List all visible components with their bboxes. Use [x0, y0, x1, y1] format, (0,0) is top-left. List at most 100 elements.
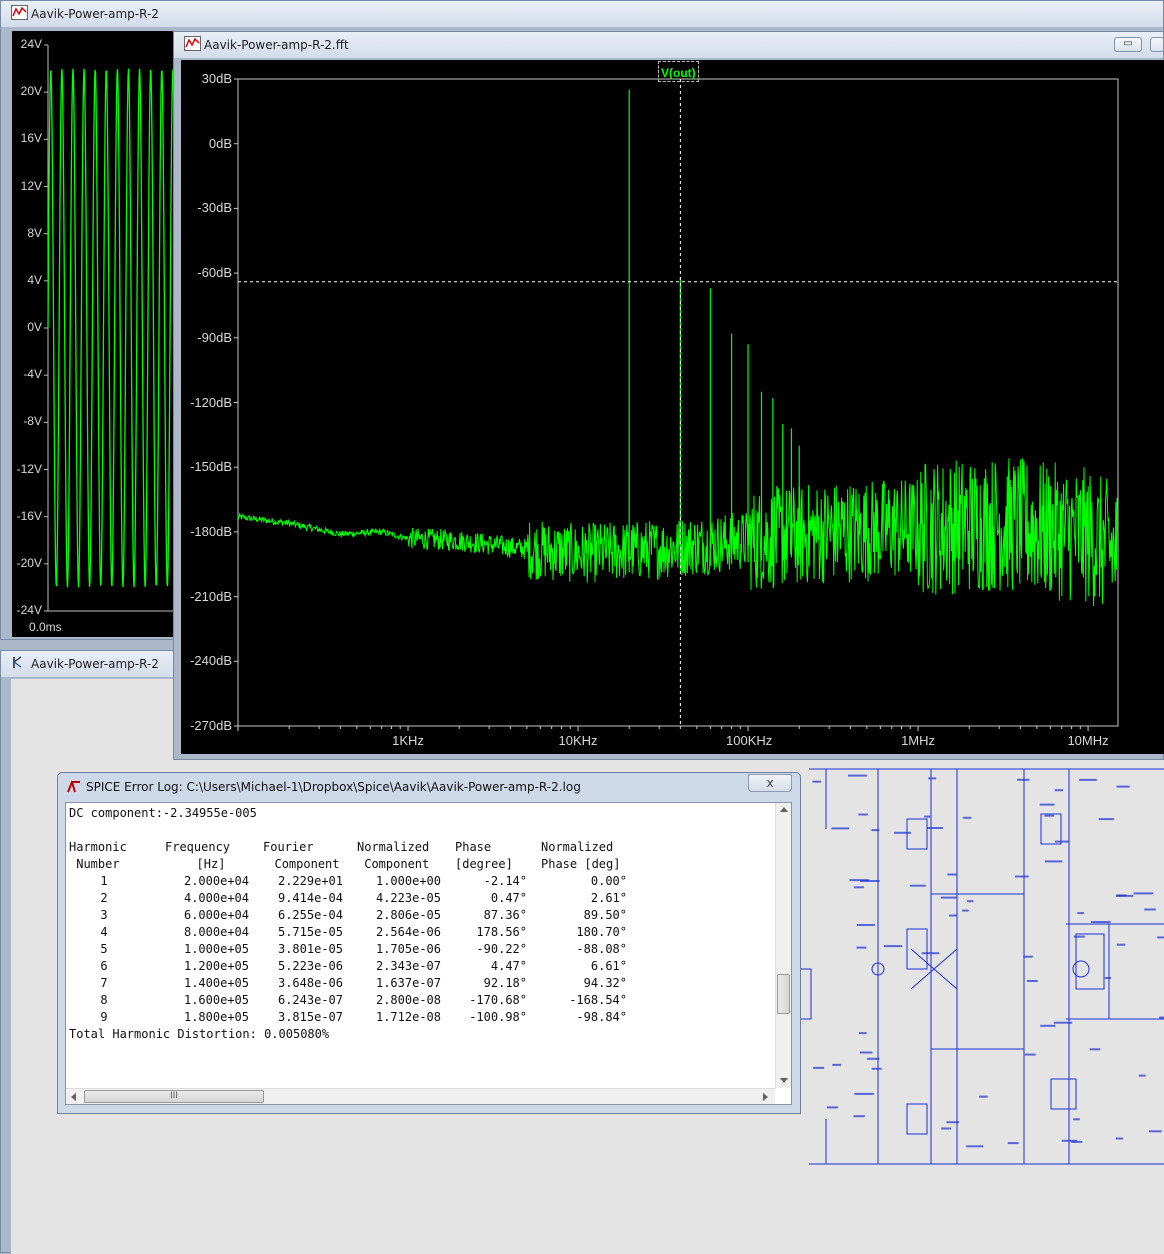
harmonic-row-cell: 1.000e+05: [183, 942, 249, 956]
harmonic-row: 8 1.600e+05 6.243e-07 2.800e-08 -170.68° -168…: [69, 992, 635, 1009]
vertical-scrollbar[interactable]: [775, 803, 791, 1088]
harmonic-row-cell: 1: [100, 874, 108, 888]
table-header-row: Number [Hz] Component Component [degree] Pha…: [69, 856, 635, 873]
x-tick-label: 10KHz: [558, 733, 598, 748]
harmonic-row-cell: 1.800e+05: [183, 1010, 249, 1024]
harmonic-row-cell: 4.000e+04: [183, 891, 249, 905]
horizontal-scroll-thumb[interactable]: III: [84, 1090, 264, 1103]
schematic-component-label: [867, 1057, 880, 1060]
fft-window[interactable]: Aavik-Power-amp-R-2.fft ▭ 1KHz 10KHz 100KH…: [173, 31, 1164, 760]
harmonic-row-cell: 6.000e+04: [183, 908, 249, 922]
trace-legend-box[interactable]: V(out): [658, 61, 699, 82]
schematic-component-label: [1079, 778, 1097, 781]
harmonic-row-cell: 94.32°: [583, 976, 627, 990]
schematic-component-label: [1027, 980, 1038, 982]
schematic-component-label: [1007, 1142, 1019, 1145]
plot-frame: [237, 78, 1119, 727]
schematic-component-label: [858, 1032, 867, 1035]
harmonic-row-cell: 3.801e-05: [277, 942, 343, 956]
scroll-up-arrow-icon[interactable]: [780, 807, 788, 812]
horizontal-scrollbar[interactable]: III: [66, 1088, 775, 1104]
schematic-component-label: [1144, 908, 1156, 911]
table-header-row-cell: Component: [274, 857, 340, 871]
schematic-component-label: [1040, 1024, 1056, 1027]
harmonic-row-cell: 2.800e-08: [375, 993, 441, 1007]
waveform-x-tick-label: 0.0ms: [29, 620, 62, 634]
y-tick-label: 0dB: [208, 135, 232, 151]
schematic-component-label: [1157, 936, 1164, 939]
schematic-component-label: [1117, 894, 1127, 897]
harmonic-row-cell: 6: [100, 959, 108, 973]
fft-plot-icon: [184, 36, 201, 51]
schematic-component-label: [949, 914, 958, 917]
harmonic-row-cell: 1.400e+05: [183, 976, 249, 990]
waveform-y-tick-label: 8V: [27, 225, 42, 240]
harmonic-row-cell: 2.000e+04: [183, 874, 249, 888]
harmonic-row-cell: 3.815e-07: [277, 1010, 343, 1024]
schematic-component-label: [894, 831, 911, 834]
harmonic-row-cell: 8.000e+04: [183, 925, 249, 939]
harmonic-row-cell: 89.50°: [583, 908, 627, 922]
schematic-component-label: [856, 946, 867, 949]
schematic-component-label: [1055, 840, 1070, 843]
schematic-component-label: [1148, 1130, 1162, 1133]
scroll-left-arrow-icon[interactable]: [71, 1093, 76, 1101]
harmonic-row-cell: 2.229e+01: [277, 874, 343, 888]
schematic-component-label: [856, 924, 875, 926]
schematic-component-label: [1104, 977, 1111, 979]
table-header-row-cell: Phase: [455, 840, 492, 854]
harmonic-row: 6 1.200e+05 5.223e-06 2.343e-07 4.47° 6.61°: [69, 958, 635, 975]
waveform-plot-icon: [11, 5, 28, 20]
harmonic-row-cell: 6.61°: [590, 959, 627, 973]
harmonic-row-cell: -100.98°: [469, 1010, 527, 1024]
waveform-y-tick-label: -12V: [16, 461, 42, 476]
schematic-component-label: [1098, 818, 1114, 821]
schematic-window-title: Aavik-Power-amp-R-2: [31, 657, 159, 671]
schematic-component-label: [1073, 1118, 1080, 1121]
harmonic-row-cell: 92.18°: [483, 976, 527, 990]
vertical-scroll-thumb[interactable]: [777, 974, 790, 1014]
spice-error-log-dialog[interactable]: SPICE Error Log: C:\Users\Michael-1\Drop…: [57, 772, 801, 1114]
harmonic-row-cell: -170.68°: [469, 993, 527, 1007]
harmonic-row-cell: 5.715e-05: [277, 925, 343, 939]
schematic-component-label: [812, 780, 821, 783]
y-tick-label: -150dB: [190, 459, 232, 475]
harmonic-row-cell: -90.22°: [476, 942, 527, 956]
schematic-component-label: [871, 1067, 882, 1070]
harmonic-row-cell: 178.56°: [476, 925, 527, 939]
x-tick-label: 100KHz: [726, 733, 773, 748]
schematic-component-label: [1054, 789, 1064, 792]
fft-chart-svg: [234, 78, 1119, 731]
table-header-row-cell: [Hz]: [196, 857, 226, 871]
waveform-plot[interactable]: 24V 20V 16V 12V 8V 4V 0V -4V -8V -12V -16V -20V -24V…: [12, 31, 177, 637]
harmonic-row-cell: 4.223e-05: [375, 891, 441, 905]
schematic-component-label: [941, 1127, 952, 1130]
waveform-plot-svg: [44, 44, 177, 612]
y-tick-label: -210dB: [190, 588, 232, 604]
minimize-button[interactable]: ▭: [1114, 37, 1142, 52]
table-header-row-cell: [degree]: [455, 857, 513, 871]
waveform-window-titlebar[interactable]: Aavik-Power-amp-R-2: [1, 1, 1163, 28]
maximize-button[interactable]: [1150, 37, 1164, 52]
harmonic-row: 2 4.000e+04 9.414e-04 4.223e-05 0.47° 2.61°: [69, 890, 635, 907]
harmonic-row-cell: 2: [100, 891, 108, 905]
harmonic-row-cell: 1.000e+00: [375, 874, 441, 888]
fft-plot[interactable]: 1KHz 10KHz 100KHz 1MHz 10MHz 30dB 0dB -30dB -60d…: [181, 60, 1164, 754]
waveform-y-tick-label: 16V: [20, 131, 42, 146]
close-button[interactable]: x: [748, 774, 792, 792]
table-header-row-cell: Number: [69, 857, 120, 871]
fft-window-titlebar[interactable]: Aavik-Power-amp-R-2.fft ▭: [174, 32, 1164, 59]
schematic-component-label: [1071, 1140, 1083, 1143]
waveform-y-tick-label: -4V: [23, 367, 42, 382]
log-text-area[interactable]: DC component:-2.34955e-005 Harmonic Frequ…: [65, 802, 792, 1105]
x-tick-label: 10MHz: [1067, 733, 1109, 748]
scroll-down-arrow-icon[interactable]: [780, 1078, 788, 1083]
schematic-icon: [13, 656, 22, 668]
schematic-component-label: [1073, 935, 1085, 938]
harmonic-row-cell: 5.223e-06: [277, 959, 343, 973]
table-header-row-cell: Normalized: [541, 840, 614, 854]
fft-window-title: Aavik-Power-amp-R-2.fft: [204, 38, 349, 52]
error-log-titlebar[interactable]: SPICE Error Log: C:\Users\Michael-1\Drop…: [58, 773, 800, 801]
table-header-row-cell: Fourier: [263, 840, 314, 854]
scroll-right-arrow-icon[interactable]: [763, 1093, 768, 1101]
